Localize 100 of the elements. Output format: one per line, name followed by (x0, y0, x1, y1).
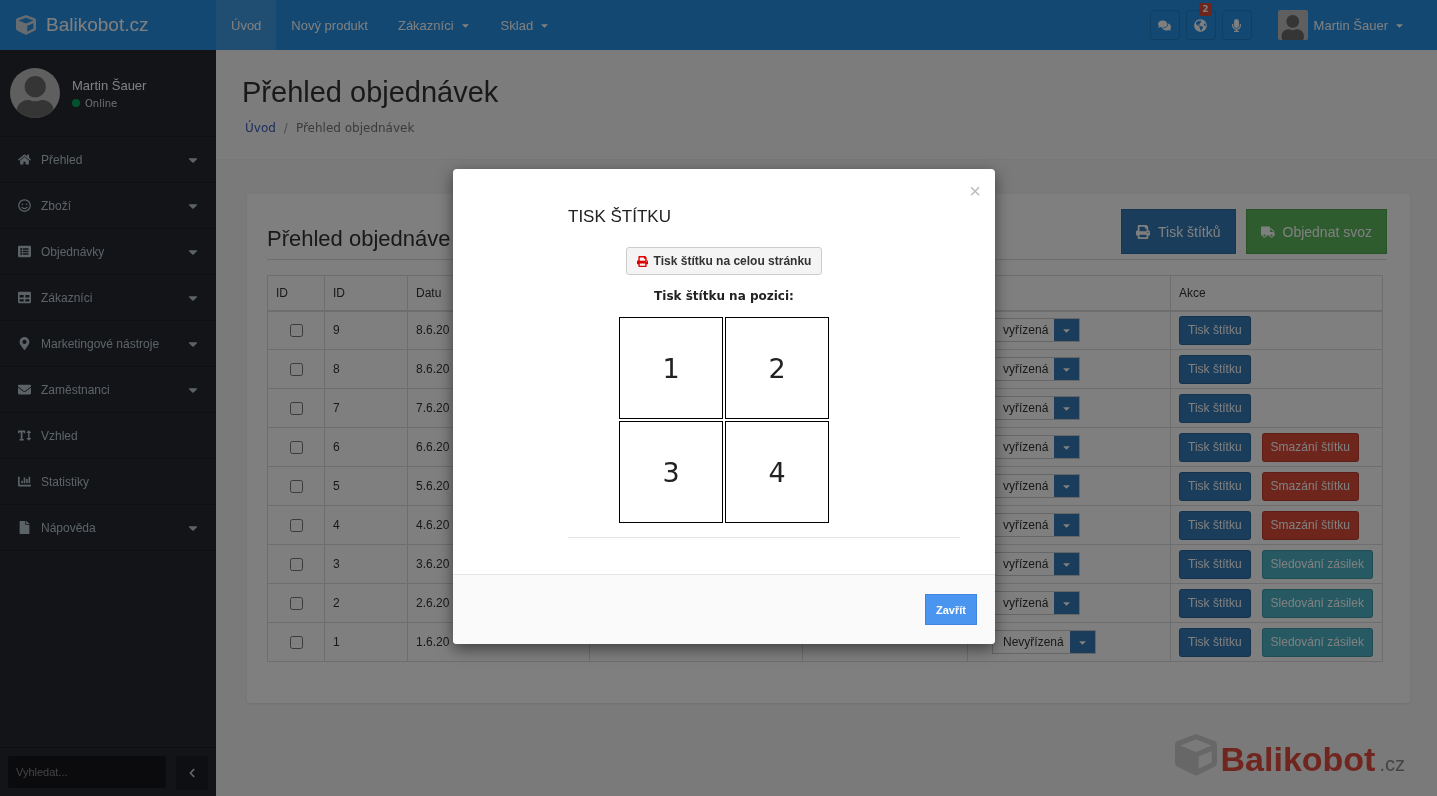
avatar (1277, 10, 1308, 40)
row-checkbox[interactable] (290, 596, 303, 610)
position-label: Tisk štítku na pozici: (654, 289, 794, 303)
delete-label-button[interactable]: Smazání štítku (1261, 432, 1359, 462)
delete-label-button[interactable]: Smazání štítku (1261, 510, 1359, 540)
status-dot (72, 99, 80, 107)
table-cell: 1.6.20 (416, 635, 450, 649)
print-label-button[interactable]: Tisk štítku (1179, 354, 1251, 384)
table-cell: 3 (333, 557, 340, 571)
column-header: Akce (1170, 275, 1383, 311)
full-page-print-button[interactable]: Tisk štítku na celou stránku (625, 247, 823, 275)
sidebar-item[interactable]: Zboží (0, 183, 216, 229)
column-header: ID (267, 275, 325, 311)
column-header: ID (324, 275, 408, 311)
status-select[interactable]: vyřízená (992, 552, 1081, 576)
row-checkbox[interactable] (290, 362, 303, 376)
sidebar-item[interactable]: Zákazníci (0, 275, 216, 321)
status-select[interactable]: Nevyřízená (992, 630, 1096, 654)
table-cell: 3.6.20 (416, 557, 450, 571)
sidebar-item[interactable]: Zaměstnanci (0, 367, 216, 413)
globe-icon (1194, 18, 1208, 32)
status-select[interactable]: vyřízená (992, 396, 1081, 420)
print-label-button[interactable]: Tisk štítku (1179, 549, 1251, 579)
card-title: Přehled objednáve (267, 224, 451, 252)
printer-icon (1136, 224, 1150, 239)
status-select[interactable]: vyřízená (992, 357, 1081, 381)
row-checkbox[interactable] (290, 518, 303, 532)
table-cell: 6 (333, 440, 340, 454)
print-label-button[interactable]: Tisk štítku (1179, 510, 1251, 540)
print-label-button[interactable]: Tisk štítku (1179, 471, 1251, 501)
logo-name: Balikobot (1220, 742, 1376, 776)
map-pin-icon (18, 337, 31, 350)
table-cell: 7.6.20 (416, 401, 450, 415)
home-icon (18, 153, 31, 166)
nav-item[interactable]: Nový produkt (276, 0, 383, 50)
chat-icon (1158, 18, 1172, 32)
status-select[interactable]: vyřízená (992, 435, 1081, 459)
user-status: Online (85, 97, 118, 109)
print-labels-button[interactable]: Tisk štítků (1121, 209, 1236, 254)
status-select[interactable]: vyřízená (992, 318, 1081, 343)
status-select[interactable]: vyřízená (992, 513, 1081, 537)
table-cell: 8 (333, 362, 340, 376)
position-tile[interactable]: 2 (725, 317, 829, 419)
table-cell: 4.6.20 (416, 518, 450, 532)
row-checkbox[interactable] (290, 401, 303, 415)
text-height-icon (18, 429, 31, 442)
microphone-button[interactable] (1221, 10, 1252, 40)
print-label-button[interactable]: Tisk štítku (1179, 432, 1251, 462)
print-label-button[interactable]: Tisk štítku (1179, 627, 1251, 657)
user-menu[interactable]: Martin Šauer (1257, 0, 1437, 50)
bar-chart-icon (18, 475, 31, 488)
table-cell: 2 (333, 596, 340, 610)
breadcrumb-current: Přehled objednávek (295, 121, 415, 135)
print-label-button[interactable]: Tisk štítku (1179, 588, 1251, 618)
messages-button[interactable] (1149, 10, 1180, 40)
row-checkbox[interactable] (290, 557, 303, 571)
breadcrumb-separator: / (283, 121, 288, 135)
microphone-icon (1230, 18, 1244, 32)
table-cell: 6.6.20 (416, 440, 450, 454)
dialog-title: TISK ŠTÍTKU (568, 207, 671, 227)
position-tile[interactable]: 3 (619, 421, 723, 523)
truck-icon (1260, 224, 1275, 239)
track-shipment-button[interactable]: Sledování zásilek (1261, 627, 1373, 657)
delete-label-button[interactable]: Smazání štítku (1261, 471, 1359, 501)
row-checkbox[interactable] (290, 479, 303, 493)
print-label-button[interactable]: Tisk štítku (1179, 393, 1251, 423)
nav-item[interactable]: Zákazníci (382, 0, 486, 50)
row-checkbox[interactable] (290, 440, 303, 454)
position-tile[interactable]: 4 (725, 421, 829, 523)
notification-badge: 2 (1199, 3, 1212, 16)
row-checkbox[interactable] (290, 323, 303, 337)
sidebar-item[interactable]: Statistiky (0, 459, 216, 505)
sidebar-item[interactable]: Vzhled (0, 413, 216, 459)
file-icon (18, 521, 31, 534)
breadcrumb-link[interactable]: Úvod (245, 121, 276, 135)
sidebar-item[interactable]: Marketingové nástroje (0, 321, 216, 367)
row-checkbox[interactable] (290, 635, 303, 649)
table-cell: 2.6.20 (416, 596, 450, 610)
avatar (10, 68, 60, 118)
order-pickup-button[interactable]: Objednat svoz (1245, 209, 1387, 254)
sidebar-item[interactable]: Objednávky (0, 229, 216, 275)
user-name: Martin Šauer (72, 77, 147, 93)
close-dialog-button[interactable]: Zavřít (925, 594, 977, 625)
sidebar-item[interactable]: Přehled (0, 137, 216, 183)
cube-icon (16, 15, 36, 35)
table-cell: 7 (333, 401, 340, 415)
sidebar-item[interactable]: Nápověda (0, 505, 216, 551)
print-label-button[interactable]: Tisk štítku (1179, 315, 1251, 345)
list-icon (18, 245, 31, 258)
envelope-icon (18, 383, 31, 396)
position-tile[interactable]: 1 (619, 317, 723, 419)
table-cell: 8.6.20 (416, 323, 450, 338)
brand-name[interactable]: Balikobot.cz (46, 14, 149, 36)
status-select[interactable]: vyřízená (992, 591, 1081, 615)
close-button[interactable]: × (969, 181, 981, 201)
nav-item[interactable]: Sklad (485, 0, 566, 50)
track-shipment-button[interactable]: Sledování zásilek (1261, 549, 1373, 579)
status-select[interactable]: vyřízená (992, 474, 1081, 498)
track-shipment-button[interactable]: Sledování zásilek (1261, 588, 1373, 618)
table-cell: 8.6.20 (416, 362, 450, 376)
